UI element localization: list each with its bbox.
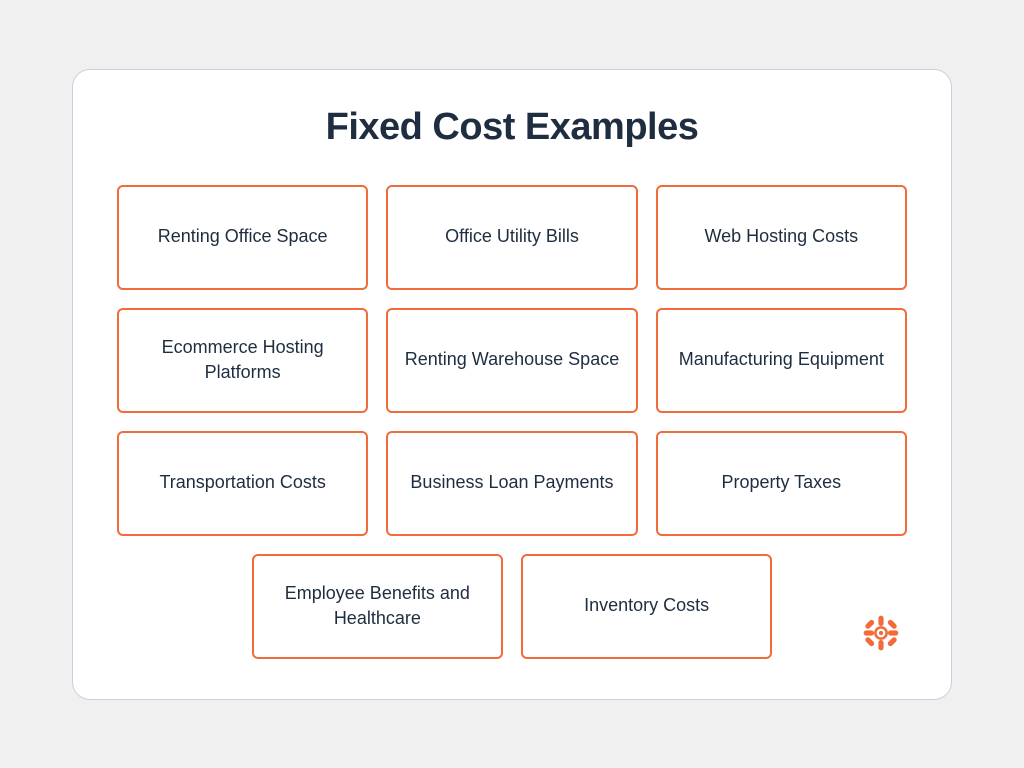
grid-row-4: Employee Benefits and Healthcare Invento… <box>117 554 907 659</box>
list-item: Property Taxes <box>656 431 907 536</box>
list-item: Transportation Costs <box>117 431 368 536</box>
list-item: Web Hosting Costs <box>656 185 907 290</box>
list-item: Employee Benefits and Healthcare <box>252 554 503 659</box>
page-title: Fixed Cost Examples <box>117 106 907 149</box>
list-item: Manufacturing Equipment <box>656 308 907 413</box>
list-item: Renting Warehouse Space <box>386 308 637 413</box>
grid-row-2: Ecommerce Hosting Platforms Renting Ware… <box>117 308 907 413</box>
list-item: Renting Office Space <box>117 185 368 290</box>
list-item: Ecommerce Hosting Platforms <box>117 308 368 413</box>
hubspot-logo <box>855 607 907 659</box>
grid-row-1: Renting Office Space Office Utility Bill… <box>117 185 907 290</box>
grid-row-3: Transportation Costs Business Loan Payme… <box>117 431 907 536</box>
list-item: Business Loan Payments <box>386 431 637 536</box>
list-item: Inventory Costs <box>521 554 772 659</box>
main-card: Fixed Cost Examples Renting Office Space… <box>72 69 952 700</box>
list-item: Office Utility Bills <box>386 185 637 290</box>
